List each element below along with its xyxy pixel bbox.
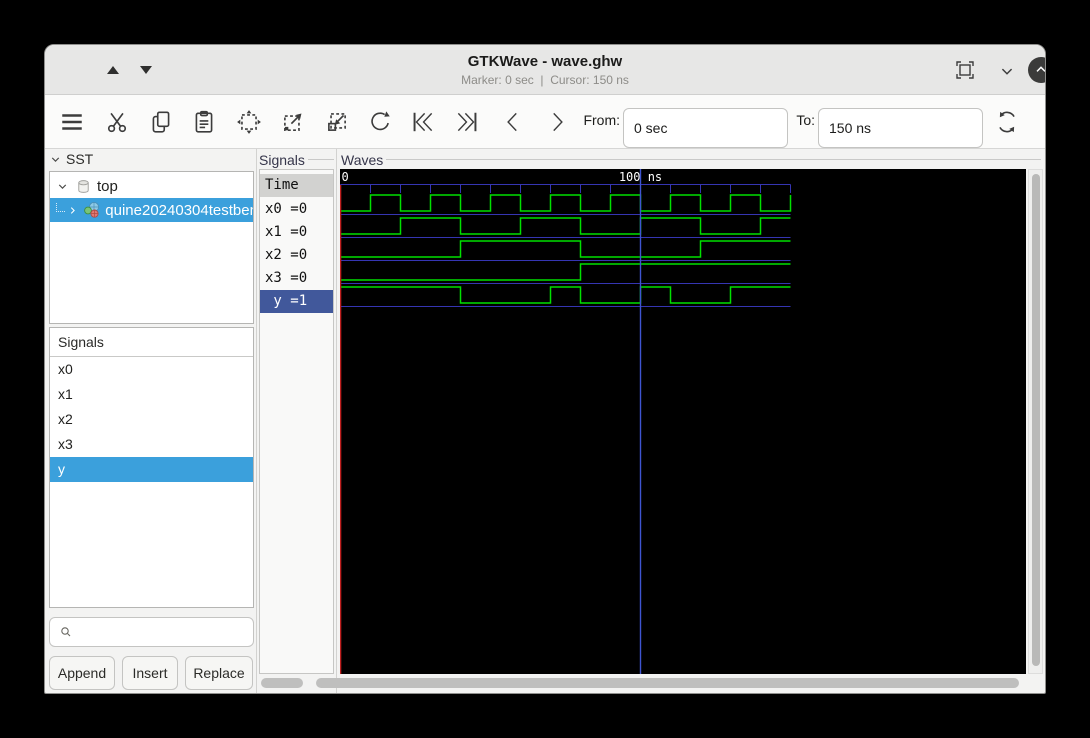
from-input[interactable] [623, 108, 788, 148]
step-forward-button[interactable] [539, 104, 575, 140]
database-icon [78, 179, 89, 193]
skip-to-start-icon [413, 112, 433, 132]
to-input[interactable] [818, 108, 983, 148]
chevron-down-icon [58, 183, 67, 189]
wave-signal-row-x1[interactable]: x1 =0 [260, 221, 333, 244]
undo-icon [371, 111, 390, 131]
wave-canvas[interactable]: 0 100 ns [339, 169, 1026, 674]
pane-splitter-waves[interactable] [336, 149, 337, 693]
chevron-down-icon [1001, 68, 1013, 75]
signal-list-item-x2[interactable]: x2 [50, 407, 253, 432]
tree-item-testbench[interactable]: quine20240304testbench [50, 198, 253, 222]
chevron-right-icon [70, 206, 75, 214]
marker-cursor-status: Marker: 0 sec | Cursor: 150 ns [461, 73, 629, 87]
wave-signal-row-x0[interactable]: x0 =0 [260, 198, 333, 221]
sst-expander[interactable]: SST [49, 151, 93, 167]
signal-list-item-x0[interactable]: x0 [50, 357, 253, 382]
cut-icon [107, 112, 127, 133]
time-column-header[interactable]: Time [260, 174, 333, 197]
replace-button[interactable]: Replace [185, 656, 253, 690]
wave-names-panel: Time x0 =0 x1 =0 x2 =0 x3 =0 y =1 [259, 169, 334, 674]
dropdown-button[interactable] [996, 60, 1018, 82]
menu-icon [62, 114, 82, 130]
zoom-out-button[interactable] [319, 104, 355, 140]
insert-button[interactable]: Insert [122, 656, 178, 690]
wave-horizontal-scrollbar-thumb[interactable] [316, 678, 1019, 688]
names-frame-line [307, 159, 334, 160]
undo-button[interactable] [362, 104, 398, 140]
step-back-icon [507, 112, 517, 132]
paste-icon [195, 110, 213, 133]
wave-vertical-scrollbar[interactable] [1028, 169, 1043, 674]
skip-to-start-button[interactable] [405, 104, 441, 140]
signal-list-title: Signals [50, 328, 253, 357]
tree-item-label: top [97, 177, 118, 195]
step-back-button[interactable] [495, 104, 531, 140]
titlebar[interactable]: GTKWave - wave.ghw Marker: 0 sec | Curso… [45, 45, 1045, 95]
pane-splitter-left[interactable] [256, 149, 257, 693]
expander-chevron-icon [51, 156, 60, 162]
window-title: GTKWave - wave.ghw [467, 53, 623, 70]
wave-signal-row-x2[interactable]: x2 =0 [260, 244, 333, 267]
copy-button[interactable] [143, 104, 179, 140]
wave-signal-row-y[interactable]: y =1 [260, 290, 333, 313]
search-icon [61, 627, 71, 637]
wave-canvas-svg: 0 100 ns [339, 169, 792, 674]
zoom-fit-button[interactable] [231, 104, 267, 140]
reload-button[interactable] [989, 104, 1025, 140]
skip-to-end-icon [457, 112, 477, 132]
entity-icon [84, 201, 100, 218]
signal-search [49, 617, 254, 647]
desktop-background: GTKWave - wave.ghw Marker: 0 sec | Curso… [0, 0, 1090, 738]
sst-header-label: SST [66, 151, 94, 167]
cut-button[interactable] [99, 104, 135, 140]
zoom-in-button[interactable] [275, 104, 311, 140]
tree-item-label: quine20240304testbench [105, 201, 253, 219]
signal-list-item-x1[interactable]: x1 [50, 382, 253, 407]
step-forward-icon [553, 112, 563, 132]
waves-panel-title: Waves [341, 152, 387, 168]
menu-button[interactable] [54, 104, 90, 140]
tree-connector [56, 202, 65, 212]
names-horizontal-scrollbar-thumb[interactable] [261, 678, 303, 688]
zoom-out-icon [328, 113, 346, 131]
paste-button[interactable] [186, 104, 222, 140]
fit-icon [956, 61, 974, 79]
signal-list-panel: Signals x0 x1 x2 x3 y [49, 327, 254, 608]
sst-tree: top quine20240304testbench [49, 171, 254, 324]
wave-vertical-scrollbar-thumb[interactable] [1032, 174, 1040, 666]
svg-text:0: 0 [342, 170, 349, 184]
to-label: To: [796, 112, 815, 128]
reload-icon [999, 111, 1015, 133]
search-input[interactable] [74, 624, 234, 640]
signal-list-item-y[interactable]: y [50, 457, 253, 482]
from-label: From: [583, 112, 620, 128]
skip-to-end-button[interactable] [449, 104, 485, 140]
chevron-up-icon [1036, 66, 1045, 72]
append-button[interactable]: Append [49, 656, 115, 690]
gtkwave-window: GTKWave - wave.ghw Marker: 0 sec | Curso… [44, 44, 1046, 694]
wave-signal-row-x3[interactable]: x3 =0 [260, 267, 333, 290]
zoom-fit-icon [237, 110, 261, 134]
signal-list-item-x3[interactable]: x3 [50, 432, 253, 457]
copy-icon [152, 111, 170, 133]
fit-window-button[interactable] [953, 58, 977, 82]
zoom-in-icon [284, 113, 302, 131]
toolbar: From: To: [45, 95, 1045, 149]
tree-item-top[interactable]: top [50, 174, 253, 198]
names-panel-title: Signals [259, 152, 308, 168]
waves-frame-line [386, 159, 1041, 160]
